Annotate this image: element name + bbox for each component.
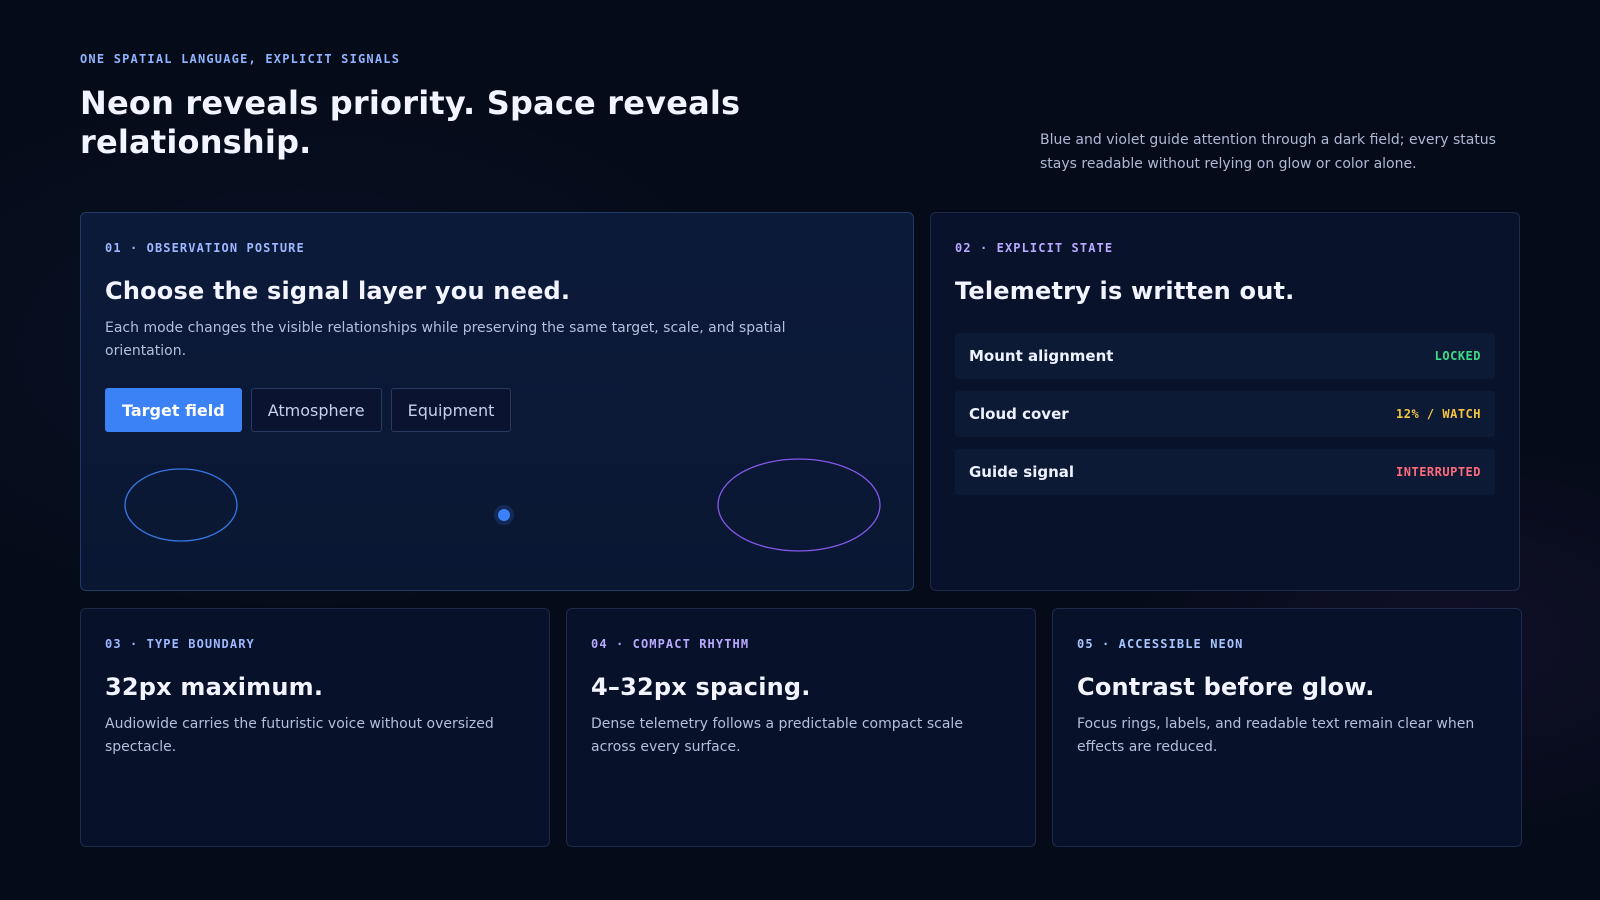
card-kicker: 01 · OBSERVATION POSTURE [105,241,305,255]
telemetry-row: Mount alignment LOCKED [955,333,1495,379]
telemetry-label: Mount alignment [969,347,1114,365]
status-badge: LOCKED [1434,349,1481,363]
card-body: Focus rings, labels, and readable text r… [1077,716,1475,755]
card-kicker: 03 · TYPE BOUNDARY [105,637,255,651]
telemetry-row: Guide signal INTERRUPTED [955,449,1495,495]
card-title: 4–32px spacing. [591,673,811,701]
card-title: 32px maximum. [105,673,324,701]
explicit-state-card: 02 · EXPLICIT STATE Telemetry is written… [930,212,1520,591]
eyebrow: ONE SPATIAL LANGUAGE, EXPLICIT SIGNALS [80,52,401,66]
card-body: Dense telemetry follows a predictable co… [591,716,963,755]
accessible-neon-card: 05 · ACCESSIBLE NEON Contrast before glo… [1052,608,1522,847]
observation-posture-card: 01 · OBSERVATION POSTURE Choose the sign… [80,212,914,591]
compact-rhythm-card: 04 · COMPACT RHYTHM 4–32px spacing. Dens… [566,608,1036,847]
page-description: Blue and violet guide attention through … [1040,132,1496,172]
target-field-visual [124,458,881,552]
type-boundary-card: 03 · TYPE BOUNDARY 32px maximum. Audiowi… [80,608,550,847]
violet-orbit-ring [717,458,881,552]
card-kicker: 04 · COMPACT RHYTHM [591,637,750,651]
card-kicker: 05 · ACCESSIBLE NEON [1077,637,1244,651]
blue-orbit-ring [124,468,238,542]
card-title: Choose the signal layer you need. [105,277,571,305]
mode-selector: Target field Atmosphere Equipment [105,388,512,432]
status-badge: 12% / WATCH [1396,407,1481,421]
card-body: Audiowide carries the futuristic voice w… [105,716,494,755]
mode-button-atmosphere[interactable]: Atmosphere [250,388,382,432]
telemetry-label: Cloud cover [969,405,1069,423]
telemetry-label: Guide signal [969,463,1075,481]
page-title: Neon reveals priority. Space reveals rel… [80,84,741,161]
mode-button-target-field[interactable]: Target field [105,388,242,432]
card-body: Each mode changes the visible relationsh… [105,320,786,359]
status-badge: INTERRUPTED [1396,465,1481,479]
mode-button-equipment[interactable]: Equipment [390,388,512,432]
telemetry-list: Mount alignment LOCKED Cloud cover 12% /… [955,333,1495,507]
card-title: Contrast before glow. [1077,673,1375,701]
card-kicker: 02 · EXPLICIT STATE [955,241,1114,255]
card-title: Telemetry is written out. [955,277,1295,305]
telemetry-row: Cloud cover 12% / WATCH [955,391,1495,437]
